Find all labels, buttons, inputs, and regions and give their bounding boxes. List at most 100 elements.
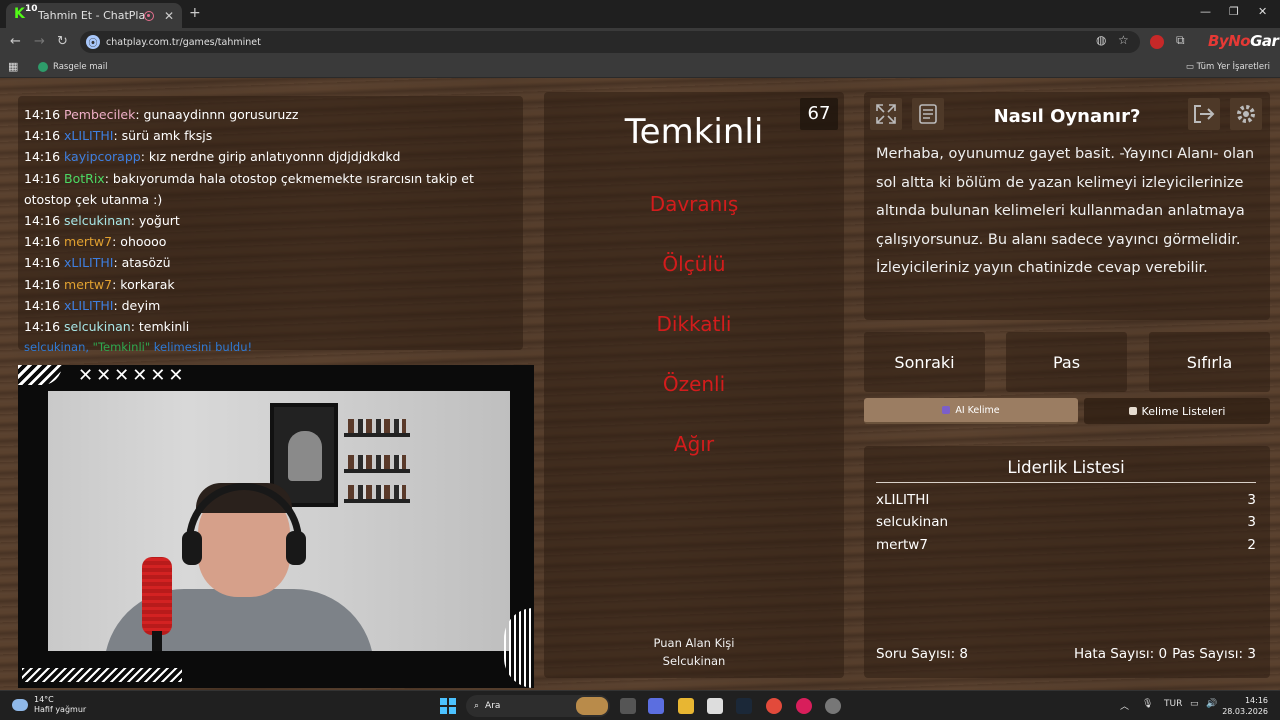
search-highlight-image <box>576 697 608 715</box>
chat-timestamp: 14:16 <box>24 255 61 271</box>
reload-icon[interactable]: ↻ <box>57 34 68 49</box>
chat-username[interactable]: Pembecilek <box>64 107 135 122</box>
all-bookmarks-label: Tüm Yer İşaretleri <box>1196 62 1270 72</box>
shelf-items <box>348 485 406 499</box>
app-icon[interactable] <box>796 698 812 714</box>
leaderboard-row: xLILITHI 3 <box>876 492 1256 508</box>
how-to-play-panel: Nasıl Oynanır? Merhaba, oyunumuz gayet b… <box>864 92 1270 320</box>
forbidden-word: Davranış <box>649 192 739 216</box>
windows-start-icon[interactable] <box>440 698 456 714</box>
obs-icon[interactable] <box>825 698 841 714</box>
weather-temp: 14°C <box>34 695 54 704</box>
tab-word-lists-label: Kelime Listeleri <box>1141 404 1226 418</box>
logout-icon[interactable] <box>1188 98 1220 130</box>
chat-username[interactable]: kayipcorapp <box>64 149 141 164</box>
apps-grid-icon[interactable]: ▦ <box>8 60 18 73</box>
leaderboard-row: mertw7 2 <box>876 537 1256 553</box>
chat-message: 14:16 Pembecilek: gunaaydinnn gorusuruzz <box>24 104 517 125</box>
search-placeholder: Ara <box>485 701 501 711</box>
chat-text: : atasözü <box>113 255 171 271</box>
tab-close-icon[interactable]: ✕ <box>164 9 174 23</box>
chat-username[interactable]: mertw7 <box>64 234 112 249</box>
fullscreen-icon[interactable] <box>870 98 902 130</box>
task-view-icon[interactable] <box>620 698 636 714</box>
document-icon[interactable] <box>912 98 944 130</box>
chat-username[interactable]: mertw7 <box>64 277 112 292</box>
point-earner-label: Puan Alan Kişi <box>653 636 735 650</box>
point-earner: Puan Alan Kişi Selcukinan <box>544 634 844 670</box>
microphone-icon[interactable]: 🎙 <box>1142 699 1153 709</box>
tab-ai-word-label: AI Kelime <box>955 404 1000 416</box>
copilot-icon[interactable] <box>648 698 664 714</box>
chat-timestamp: 14:16 <box>24 107 61 122</box>
gear-icon[interactable] <box>1230 98 1262 130</box>
chat-message: 14:16 selcukinan: temkinli <box>24 316 517 337</box>
system-prefix: selcukinan, <box>24 340 93 355</box>
chat-username[interactable]: BotRix <box>64 171 105 186</box>
input-language[interactable]: TUR <box>1164 699 1182 709</box>
browser-tabstrip: K 10 Tahmin Et - ChatPlay ✕ + — ❐ ✕ <box>0 0 1280 28</box>
clock-date: 28.03.2026 <box>1222 707 1268 716</box>
steam-icon[interactable] <box>736 698 752 714</box>
maximize-icon[interactable]: ❐ <box>1229 5 1239 18</box>
question-count: Soru Sayısı: 8 <box>876 646 969 662</box>
eye-off-icon[interactable]: ◍ <box>1096 33 1106 47</box>
system-clock[interactable]: 14:16 28.03.2026 <box>1222 695 1268 717</box>
chat-username[interactable]: xLILITHI <box>64 255 113 270</box>
tray-chevron-icon[interactable]: ︿ <box>1120 699 1129 712</box>
shelf <box>344 469 410 473</box>
taskbar-search[interactable]: ⌕ Ara <box>466 695 610 717</box>
tab-word-lists[interactable]: Kelime Listeleri <box>1084 398 1270 424</box>
address-bar[interactable]: ⦿ chatplay.com.tr/games/tahminet <box>80 31 1140 53</box>
found-word: "Temkinli" <box>92 340 151 355</box>
robot-icon <box>942 406 951 414</box>
chat-username[interactable]: selcukinan <box>64 319 131 334</box>
headset-ear <box>286 531 306 565</box>
chat-username[interactable]: xLILITHI <box>64 128 113 143</box>
player-score: 3 <box>1247 492 1256 508</box>
network-icon[interactable]: ▭ <box>1190 699 1199 709</box>
chat-username[interactable]: selcukinan <box>64 213 131 228</box>
volume-icon[interactable]: 🔊 <box>1206 699 1217 709</box>
leaderboard-row: selcukinan 3 <box>876 514 1256 530</box>
chat-username[interactable]: xLILITHI <box>64 298 113 313</box>
kick-icon: K 10 <box>14 3 38 22</box>
pass-button[interactable]: Pas <box>1006 332 1127 392</box>
word-card: 67 Temkinli Davranış Ölçülü Dikkatli Öze… <box>544 92 844 678</box>
file-explorer-icon[interactable] <box>678 698 694 714</box>
forward-icon[interactable]: → <box>34 34 45 49</box>
error-count: Hata Sayısı: 0 <box>1074 646 1168 662</box>
reset-button[interactable]: Sıfırla <box>1149 332 1270 392</box>
shelf <box>344 433 410 437</box>
next-button[interactable]: Sonraki <box>864 332 985 392</box>
search-icon: ⌕ <box>474 701 480 711</box>
webcam-overlay: ✕✕✕✕✕✕ <box>18 365 534 688</box>
new-tab-icon[interactable]: + <box>189 5 201 21</box>
window-close-icon[interactable]: ✕ <box>1258 5 1267 18</box>
recording-icon <box>143 10 154 21</box>
site-info-icon[interactable]: ⦿ <box>86 35 100 49</box>
chat-text: : temkinli <box>130 319 190 335</box>
player-name: mertw7 <box>876 537 928 553</box>
weather-widget[interactable]: 14°C Hafif yağmur <box>12 695 86 715</box>
tab-tahmin-et[interactable]: K 10 Tahmin Et - ChatPlay ✕ <box>6 3 182 28</box>
chrome-icon[interactable] <box>766 698 782 714</box>
bookmark-star-icon[interactable]: ☆ <box>1118 33 1129 47</box>
chat-timestamp: 14:16 <box>24 319 61 335</box>
chat-timestamp: 14:16 <box>24 149 61 165</box>
minimize-icon[interactable]: — <box>1200 5 1211 18</box>
store-icon[interactable] <box>707 698 723 714</box>
back-icon[interactable]: ← <box>10 34 21 49</box>
system-suffix: kelimesini buldu! <box>150 340 253 355</box>
chat-panel: 14:16 Pembecilek: gunaaydinnn gorusuruzz… <box>18 96 523 354</box>
all-bookmarks[interactable]: ▭ Tüm Yer İşaretleri <box>1186 62 1270 72</box>
bookmark-favicon <box>38 62 48 72</box>
extension-icon[interactable] <box>1150 35 1164 49</box>
bookmark-rasgele-mail[interactable]: Rasgele mail <box>38 62 108 72</box>
player-score: 2 <box>1247 537 1256 553</box>
chat-timestamp: 14:16 <box>24 128 61 144</box>
extensions-puzzle-icon[interactable]: ⧉ <box>1176 33 1185 48</box>
how-to-play-text: Merhaba, oyunumuz gayet basit. -Yayıncı … <box>876 146 1255 276</box>
chat-text: : yoğurt <box>130 213 180 229</box>
tab-ai-word[interactable]: AI Kelime <box>864 398 1078 424</box>
